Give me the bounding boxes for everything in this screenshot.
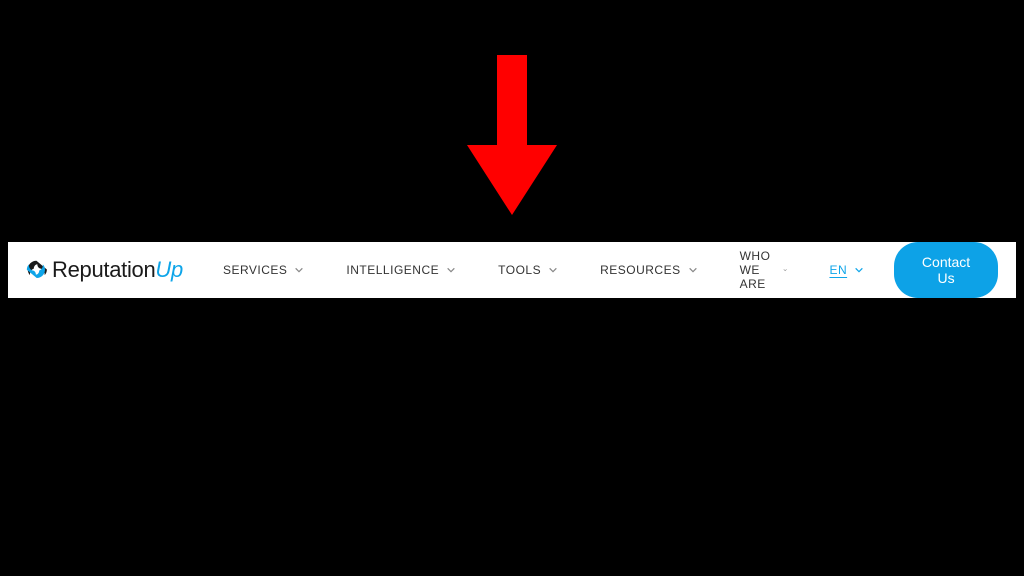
nav-label: WHO WE ARE [740,249,777,291]
nav-label: RESOURCES [600,263,681,277]
logo-text: ReputationUp [52,257,183,283]
logo-primary: Reputation [52,257,155,282]
main-nav: ReputationUp SERVICES INTELLIGENCE TOOLS… [8,242,1016,298]
logo[interactable]: ReputationUp [26,257,183,283]
down-arrow-annotation [462,55,562,215]
contact-us-button[interactable]: Contact Us [894,242,998,298]
logo-icon [26,259,48,281]
nav-item-resources[interactable]: RESOURCES [600,263,698,277]
chevron-down-icon [446,265,456,275]
chevron-down-icon [294,265,304,275]
nav-item-who-we-are[interactable]: WHO WE ARE [740,249,788,291]
language-selector[interactable]: EN [829,263,864,277]
chevron-down-icon [548,265,558,275]
logo-suffix: Up [155,257,183,282]
nav-items: SERVICES INTELLIGENCE TOOLS RESOURCES WH… [223,249,864,291]
chevron-down-icon [783,265,787,275]
language-label: EN [829,263,847,277]
chevron-down-icon [688,265,698,275]
nav-item-intelligence[interactable]: INTELLIGENCE [346,263,456,277]
nav-label: INTELLIGENCE [346,263,439,277]
nav-item-services[interactable]: SERVICES [223,263,304,277]
nav-item-tools[interactable]: TOOLS [498,263,558,277]
nav-label: TOOLS [498,263,541,277]
nav-label: SERVICES [223,263,287,277]
chevron-down-icon [854,265,864,275]
arrow-icon [462,55,562,215]
